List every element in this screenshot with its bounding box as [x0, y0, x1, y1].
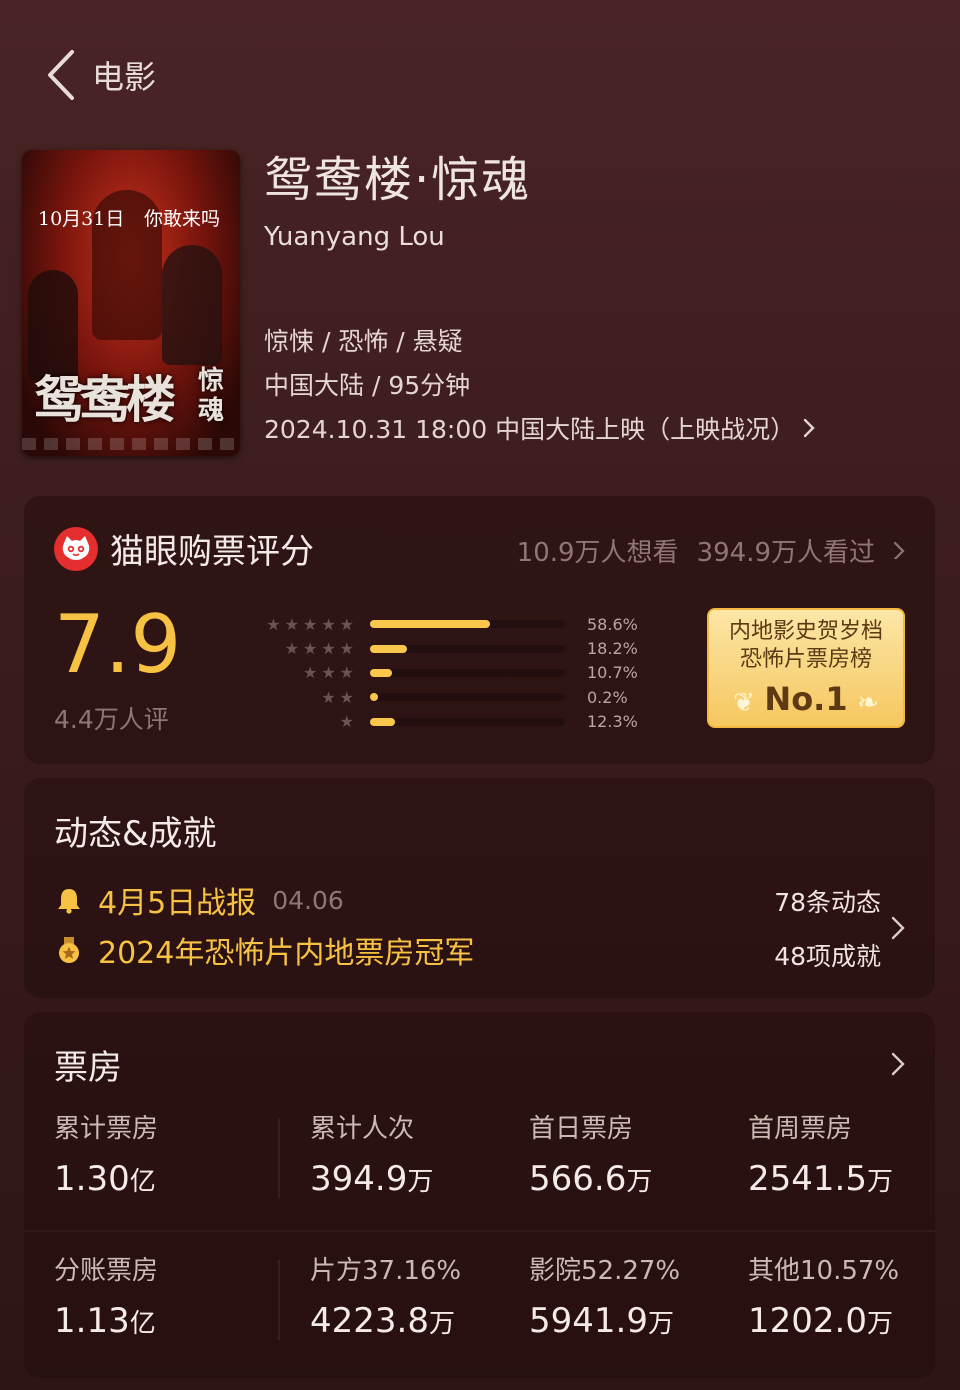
star-rating-icon: ★★★ — [302, 663, 358, 683]
release-text: 2024.10.31 18:00 中国大陆上映（上映战况） — [264, 415, 796, 444]
bell-icon — [54, 885, 84, 915]
rating-card: 猫眼购票评分 10.9万人想看 394.9万人看过 7.9 4.4万人评 ★★★… — [24, 496, 935, 764]
distribution-bar-track — [370, 693, 565, 702]
distribution-percent: 0.2% — [587, 687, 628, 707]
rating-distribution-row: ★★★★★ 58.6% — [254, 612, 647, 636]
top-nav: 电影 — [44, 48, 156, 102]
achievements-card[interactable]: 动态&成就 4月5日战报 04.06 2024年恐怖片内地票房冠军 78条动态 … — [24, 778, 935, 998]
rating-distribution: ★★★★★ 58.6% ★★★★ 18.2% ★★★ 10.7% ★★ 0.2% ★ 12.3% — [254, 612, 647, 734]
achievement-text: 4月5日战报 — [98, 886, 257, 921]
stat-first-day: 首日票房 566.6万 — [529, 1114, 653, 1199]
nav-title: 电影 — [92, 58, 157, 96]
back-arrow-icon[interactable] — [44, 48, 78, 102]
poster-date: 10月31日 — [38, 208, 125, 230]
stat-first-week: 首周票房 2541.5万 — [748, 1114, 893, 1199]
chevron-right-icon — [803, 408, 815, 452]
distribution-bar — [370, 668, 392, 677]
movie-title-en: Yuanyang Lou — [264, 222, 445, 252]
rating-header: 猫眼购票评分 — [54, 524, 314, 573]
want-to-see-count: 10.9万人想看 — [516, 538, 679, 568]
rating-score: 7.9 — [54, 598, 182, 691]
stat-total-admissions: 累计人次 394.9万 — [310, 1114, 434, 1199]
poster-title: 鸳鸯楼 — [34, 370, 176, 429]
rating-distribution-row: ★★★ 10.7% — [254, 661, 647, 685]
distribution-bar — [370, 717, 396, 726]
distribution-percent: 18.2% — [587, 639, 638, 659]
rating-count: 4.4万人评 — [54, 705, 169, 734]
stat-split-box-office: 分账票房 1.13亿 — [54, 1256, 159, 1341]
stat-cinema-share: 影院52.27% 5941.9万 — [529, 1256, 681, 1341]
stat-producer-share: 片方37.16% 4223.8万 — [310, 1256, 462, 1341]
chevron-right-icon — [893, 536, 905, 566]
distribution-bar-track — [370, 620, 565, 629]
box-office-card[interactable]: 票房 累计票房 1.30亿 累计人次 394.9万 首日票房 566.6万 首周… — [24, 1012, 935, 1378]
column-divider — [278, 1260, 280, 1340]
release-link[interactable]: 2024.10.31 18:00 中国大陆上映（上映战况） — [264, 408, 815, 452]
distribution-percent: 12.3% — [587, 712, 638, 732]
distribution-percent: 58.6% — [587, 614, 638, 634]
star-rating-icon: ★★★★ — [284, 639, 358, 659]
achievement-counts: 78条动态 48项成就 — [774, 876, 881, 984]
chevron-right-icon — [891, 916, 905, 944]
movie-region-duration: 中国大陆 / 95分钟 — [264, 371, 471, 400]
stat-total-box-office: 累计票房 1.30亿 — [54, 1114, 159, 1199]
star-rating-icon: ★ — [339, 712, 358, 732]
poster-tagline: 你敢来吗 — [143, 208, 220, 230]
achievement-item[interactable]: 4月5日战报 04.06 — [54, 878, 344, 922]
achievements-section-title: 动态&成就 — [54, 814, 217, 854]
rating-distribution-row: ★★★★ 18.2% — [254, 636, 647, 660]
chevron-right-icon — [891, 1052, 905, 1080]
achievement-item[interactable]: 2024年恐怖片内地票房冠军 — [54, 928, 474, 972]
rating-section-title: 猫眼购票评分 — [110, 532, 314, 572]
movie-info: 鸳鸯楼·惊魂 Yuanyang Lou 惊悚 / 恐怖 / 悬疑 中国大陆 / … — [264, 150, 815, 452]
poster-subtitle: 惊魂 — [198, 366, 225, 426]
distribution-bar-track — [370, 668, 565, 677]
stat-other-share: 其他10.57% 1202.0万 — [748, 1256, 900, 1341]
watched-count: 394.9万人看过 — [696, 538, 875, 568]
ranking-badge[interactable]: 内地影史贺岁档 恐怖片票房榜 No.1 ❦ ❧ — [707, 608, 905, 728]
achievement-date: 04.06 — [272, 885, 344, 915]
poster-figure — [162, 245, 222, 365]
row-divider — [24, 1230, 935, 1232]
box-office-section-title: 票房 — [54, 1048, 122, 1088]
laurel-right-icon: ❧ — [857, 688, 879, 718]
badge-line1: 内地影史贺岁档 — [728, 619, 883, 644]
distribution-bar — [370, 693, 378, 702]
distribution-bar — [370, 620, 490, 629]
star-rating-icon: ★★★★★ — [266, 614, 358, 634]
badge-line2: 恐怖片票房榜 — [739, 647, 872, 672]
rating-distribution-row: ★★ 0.2% — [254, 685, 647, 709]
maoyan-cat-icon — [54, 526, 98, 571]
dynamics-count: 78条动态 — [774, 888, 881, 917]
movie-title-zh: 鸳鸯楼·惊魂 — [264, 152, 532, 208]
movie-genres: 惊悚 / 恐怖 / 悬疑 — [264, 327, 463, 356]
movie-poster[interactable]: 10月31日 你敢来吗 鸳鸯楼 惊魂 — [22, 150, 240, 456]
star-rating-icon: ★★ — [321, 687, 358, 707]
achievement-text: 2024年恐怖片内地票房冠军 — [98, 936, 475, 971]
laurel-left-icon: ❦ — [733, 688, 755, 718]
distribution-bar-track — [370, 644, 565, 653]
watch-stats-link[interactable]: 10.9万人想看 394.9万人看过 — [517, 532, 905, 569]
distribution-bar — [370, 644, 408, 653]
column-divider — [278, 1118, 280, 1198]
distribution-percent: 10.7% — [587, 663, 638, 683]
poster-credits — [22, 438, 240, 450]
achievements-count: 48项成就 — [774, 942, 881, 971]
rating-distribution-row: ★ 12.3% — [254, 710, 647, 734]
medal-icon — [54, 935, 84, 965]
distribution-bar-track — [370, 717, 565, 726]
